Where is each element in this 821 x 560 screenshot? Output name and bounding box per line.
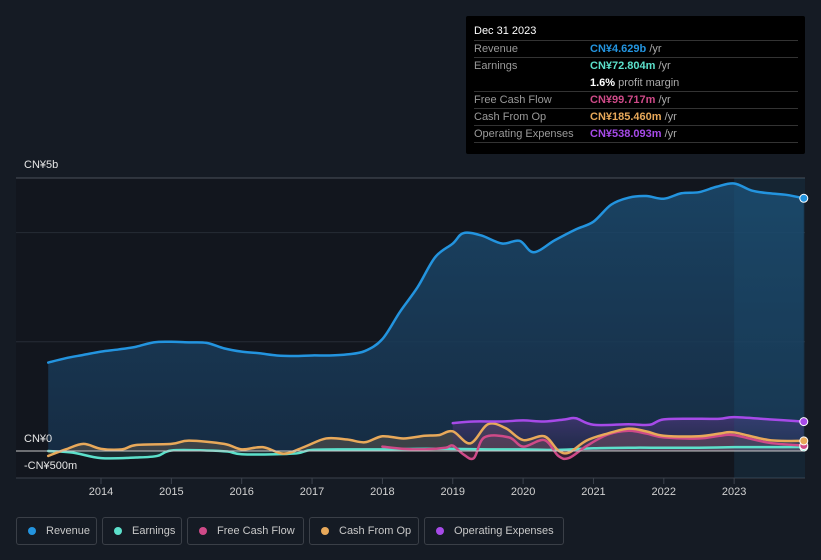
x-tick-label: 2019 xyxy=(441,486,465,498)
tooltip-row-earnings: Earnings CN¥72.804m /yr xyxy=(474,57,798,75)
profit-margin: 1.6% profit margin xyxy=(590,77,679,89)
operating-expenses-endpoint[interactable] xyxy=(799,417,809,427)
legend-item-free-cash-flow[interactable]: Free Cash Flow xyxy=(187,517,304,545)
tooltip-divider xyxy=(474,142,798,143)
tooltip-label: Free Cash Flow xyxy=(474,94,552,106)
profit-margin-value: 1.6% xyxy=(590,77,616,89)
x-tick-label: 2014 xyxy=(89,486,113,498)
profit-margin-label: profit margin xyxy=(615,77,680,89)
legend-item-revenue[interactable]: Revenue xyxy=(16,517,97,545)
tooltip-label: Earnings xyxy=(474,60,518,72)
legend-dot-icon xyxy=(436,527,444,535)
x-tick-label: 2017 xyxy=(300,486,324,498)
tooltip-label: Revenue xyxy=(474,43,519,55)
y-tick-label: CN¥5b xyxy=(24,159,59,171)
x-tick-label: 2016 xyxy=(229,486,253,498)
tooltip-value: CN¥72.804m /yr xyxy=(590,60,671,72)
highlight-region xyxy=(734,178,805,478)
tooltip-value: CN¥185.460m /yr xyxy=(590,111,677,123)
x-tick-label: 2021 xyxy=(581,486,605,498)
tooltip-label: Cash From Op xyxy=(474,111,547,123)
legend-label: Revenue xyxy=(46,525,91,537)
x-tick-label: 2015 xyxy=(159,486,183,498)
tooltip-value: CN¥99.717m /yr xyxy=(590,94,671,106)
tooltip-row-free-cash-flow: Free Cash Flow CN¥99.717m /yr xyxy=(474,91,798,109)
y-tick-label: -CN¥500m xyxy=(24,460,78,472)
legend-item-cash-from-op[interactable]: Cash From Op xyxy=(309,517,419,545)
legend-dot-icon xyxy=(114,527,122,535)
x-tick-label: 2018 xyxy=(370,486,394,498)
tooltip-value: CN¥4.629b /yr xyxy=(590,43,662,55)
tooltip-value: CN¥538.093m /yr xyxy=(590,128,677,140)
legend-label: Earnings xyxy=(132,525,176,537)
legend-item-operating-expenses[interactable]: Operating Expenses xyxy=(424,517,564,545)
legend-dot-icon xyxy=(321,527,329,535)
legend-item-earnings[interactable]: Earnings xyxy=(102,517,182,545)
x-tick-label: 2022 xyxy=(652,486,676,498)
legend-label: Cash From Op xyxy=(339,525,412,537)
tooltip-row-operating-expenses: Operating Expenses CN¥538.093m /yr xyxy=(474,125,798,143)
cash-from-op-endpoint[interactable] xyxy=(799,436,809,446)
x-tick-label: 2020 xyxy=(511,486,535,498)
revenue-endpoint[interactable] xyxy=(799,193,809,203)
legend-dot-icon xyxy=(199,527,207,535)
y-tick-label: CN¥0 xyxy=(24,433,53,445)
tooltip-label: Operating Expenses xyxy=(474,128,574,140)
tooltip-row-cash-from-op: Cash From Op CN¥185.460m /yr xyxy=(474,108,798,126)
tooltip-date: Dec 31 2023 xyxy=(474,25,537,37)
tooltip: Dec 31 2023 Revenue CN¥4.629b /yr Earnings… xyxy=(466,16,805,154)
legend-label: Free Cash Flow xyxy=(217,525,295,537)
x-tick-label: 2023 xyxy=(722,486,746,498)
tooltip-row-revenue: Revenue CN¥4.629b /yr xyxy=(474,40,798,58)
legend-dot-icon xyxy=(28,527,36,535)
legend-label: Operating Expenses xyxy=(454,525,554,537)
